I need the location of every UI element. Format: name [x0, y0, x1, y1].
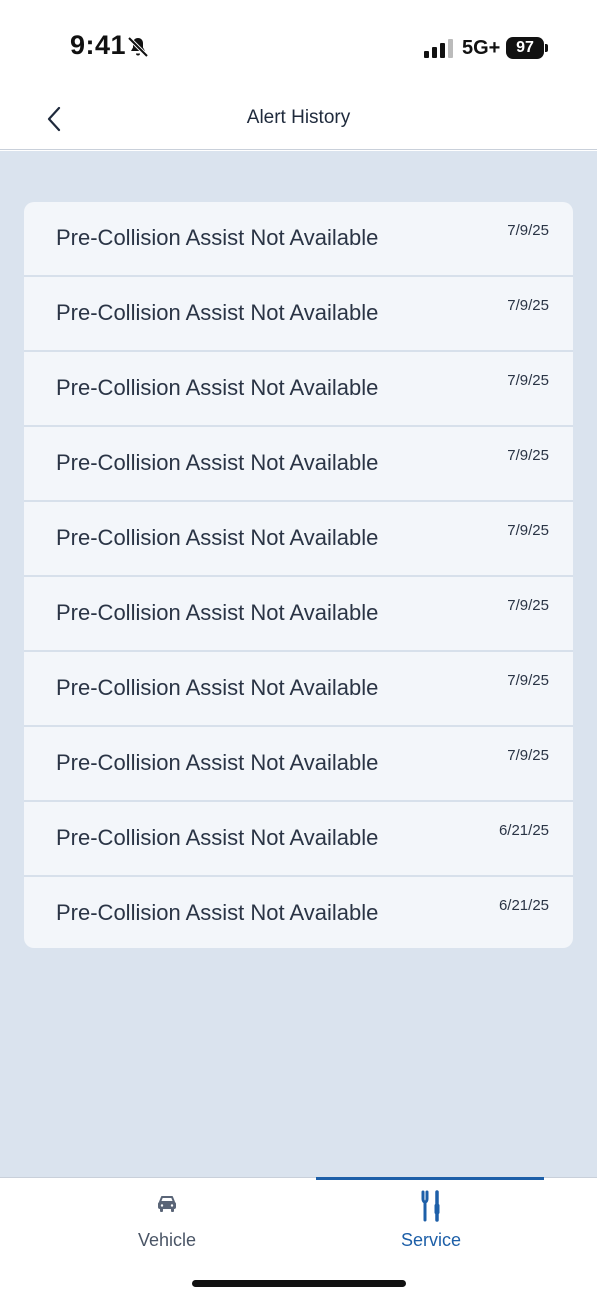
alert-row[interactable]: Pre-Collision Assist Not Available 6/21/… — [24, 877, 573, 948]
alert-title: Pre-Collision Assist Not Available — [56, 225, 379, 250]
alert-date: 7/9/25 — [507, 672, 549, 689]
network-type: 5G+ — [462, 37, 501, 59]
status-time: 9:41 — [70, 30, 127, 60]
alert-row[interactable]: Pre-Collision Assist Not Available 7/9/2… — [24, 502, 573, 577]
tab-service[interactable]: Service — [316, 1178, 546, 1263]
battery-level: 97 — [506, 37, 544, 59]
alert-row[interactable]: Pre-Collision Assist Not Available 7/9/2… — [24, 427, 573, 502]
battery-cap — [545, 44, 548, 52]
alert-date: 6/21/25 — [498, 822, 549, 839]
alert-date: 7/9/25 — [507, 447, 549, 464]
alert-date: 6/21/25 — [498, 897, 549, 914]
home-indicator — [192, 1280, 406, 1287]
alert-date: 7/9/25 — [507, 222, 549, 239]
alert-date: 7/9/25 — [507, 597, 549, 614]
bell-slash-icon — [127, 36, 149, 58]
alert-title: Pre-Collision Assist Not Available — [56, 300, 379, 325]
nav-header: Alert History — [0, 95, 597, 150]
alert-date: 7/9/25 — [507, 372, 549, 389]
tab-vehicle[interactable]: Vehicle — [52, 1178, 282, 1263]
car-icon — [158, 1196, 176, 1212]
alert-date: 7/9/25 — [507, 522, 549, 539]
alert-title: Pre-Collision Assist Not Available — [56, 450, 379, 475]
alert-title: Pre-Collision Assist Not Available — [56, 600, 379, 625]
alert-title: Pre-Collision Assist Not Available — [56, 900, 379, 925]
alert-date: 7/9/25 — [507, 747, 549, 764]
tab-label: Vehicle — [137, 1230, 197, 1250]
alert-row[interactable]: Pre-Collision Assist Not Available 7/9/2… — [24, 652, 573, 727]
alert-title: Pre-Collision Assist Not Available — [56, 825, 379, 850]
main-content[interactable]: Pre-Collision Assist Not Available 7/9/2… — [0, 151, 597, 1177]
alert-title: Pre-Collision Assist Not Available — [56, 375, 379, 400]
alert-row[interactable]: Pre-Collision Assist Not Available 7/9/2… — [24, 277, 573, 352]
tools-icon — [421, 1190, 440, 1222]
tab-label: Service — [400, 1230, 462, 1250]
alert-list: Pre-Collision Assist Not Available 7/9/2… — [24, 202, 573, 948]
alert-row[interactable]: Pre-Collision Assist Not Available 7/9/2… — [24, 352, 573, 427]
alert-row[interactable]: Pre-Collision Assist Not Available 6/21/… — [24, 802, 573, 877]
alert-date: 7/9/25 — [507, 297, 549, 314]
signal-icon — [424, 39, 453, 58]
alert-title: Pre-Collision Assist Not Available — [56, 750, 379, 775]
alert-title: Pre-Collision Assist Not Available — [56, 675, 379, 700]
status-bar: 9:41 5G+ 97 — [0, 0, 597, 95]
page-title: Alert History — [246, 107, 351, 128]
alert-row[interactable]: Pre-Collision Assist Not Available 7/9/2… — [24, 727, 573, 802]
alert-row[interactable]: Pre-Collision Assist Not Available 7/9/2… — [24, 577, 573, 652]
alert-title: Pre-Collision Assist Not Available — [56, 525, 379, 550]
alert-row[interactable]: Pre-Collision Assist Not Available 7/9/2… — [24, 202, 573, 277]
